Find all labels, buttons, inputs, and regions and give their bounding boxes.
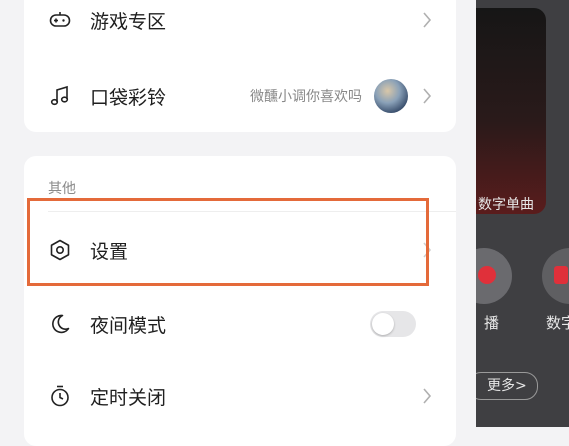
menu-item-label: 口袋彩铃 — [90, 86, 167, 109]
chevron-right-icon — [423, 242, 432, 258]
chevron-right-icon — [423, 388, 432, 404]
menu-item-label: 设置 — [90, 240, 129, 263]
ringtone-avatar — [374, 79, 408, 113]
menu-card-top: 游戏专区 口袋彩铃 微醺小调你喜欢吗 — [24, 0, 456, 132]
background-app-overlay: 数字单曲 播 数字 更多> — [476, 0, 569, 427]
background-circle-icon[interactable] — [476, 248, 512, 304]
chevron-right-icon — [423, 12, 432, 28]
gamepad-icon — [49, 12, 71, 27]
menu-item-pocket-ringtone[interactable]: 口袋彩铃 微醺小调你喜欢吗 — [24, 64, 456, 128]
background-circle-label: 数字 — [546, 314, 569, 332]
moon-icon — [52, 314, 70, 334]
background-card-label: 数字单曲 — [478, 197, 534, 213]
chevron-right-icon — [423, 88, 432, 104]
menu-card-other: 其他 设置 夜间模式 定时关闭 — [24, 156, 456, 446]
music-note-icon — [50, 85, 69, 106]
menu-item-timer-close[interactable]: 定时关闭 — [24, 364, 456, 428]
menu-item-label: 游戏专区 — [90, 10, 167, 33]
night-mode-toggle[interactable] — [370, 311, 416, 337]
ringtone-subtitle: 微醺小调你喜欢吗 — [250, 89, 362, 105]
menu-item-settings[interactable]: 设置 — [24, 218, 456, 282]
timer-icon — [51, 385, 69, 407]
menu-item-label: 夜间模式 — [90, 314, 167, 337]
menu-item-label: 定时关闭 — [90, 386, 167, 409]
background-album-card[interactable]: 数字单曲 — [476, 8, 546, 214]
settings-hexagon-icon — [50, 239, 70, 261]
background-circle-icon[interactable] — [542, 248, 569, 304]
section-title-other: 其他 — [48, 181, 76, 197]
toggle-knob — [372, 313, 394, 335]
background-circle-label: 播 — [484, 314, 500, 332]
section-divider — [48, 211, 456, 212]
menu-item-night-mode[interactable]: 夜间模式 — [24, 292, 456, 356]
background-more-button[interactable]: 更多> — [476, 372, 538, 400]
side-drawer: 游戏专区 口袋彩铃 微醺小调你喜欢吗 其他 设置 夜间模式 定时关闭 — [0, 0, 476, 446]
menu-item-game-zone[interactable]: 游戏专区 — [24, 0, 456, 52]
